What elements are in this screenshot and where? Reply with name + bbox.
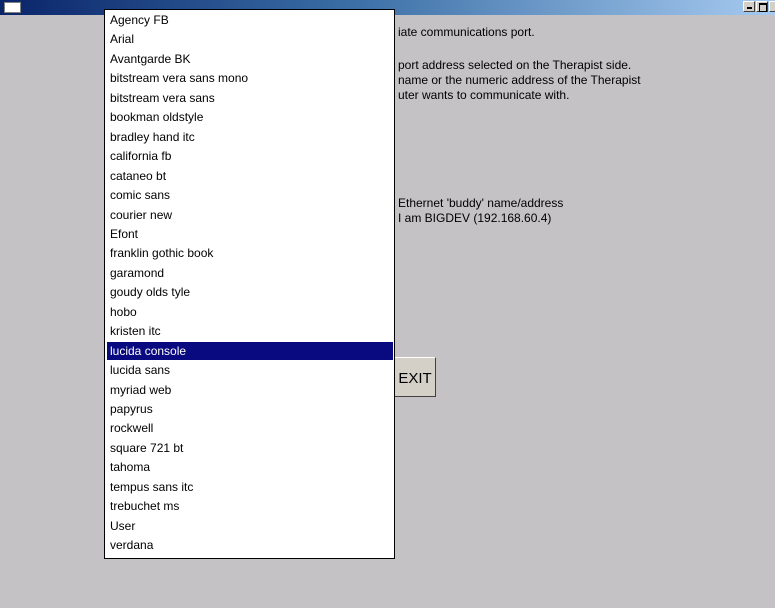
instruction-line: I am BIGDEV (192.168.60.4) bbox=[398, 211, 552, 225]
font-option[interactable]: Arial bbox=[107, 30, 393, 48]
font-option[interactable]: bitstream vera sans bbox=[107, 89, 393, 107]
instruction-line: name or the numeric address of the Thera… bbox=[398, 73, 641, 87]
font-option[interactable]: lucida sans bbox=[107, 361, 393, 379]
font-option[interactable]: garamond bbox=[107, 264, 393, 282]
font-option[interactable]: bitstream vera sans mono bbox=[107, 69, 393, 87]
minimize-icon[interactable] bbox=[743, 1, 755, 12]
font-option[interactable]: bookman oldstyle bbox=[107, 108, 393, 126]
font-option[interactable]: rockwell bbox=[107, 419, 393, 437]
close-icon[interactable] bbox=[769, 1, 775, 12]
font-option[interactable]: tahoma bbox=[107, 458, 393, 476]
maximize-icon[interactable] bbox=[756, 1, 768, 12]
font-option[interactable]: User bbox=[107, 517, 393, 535]
font-option[interactable]: goudy olds tyle bbox=[107, 283, 393, 301]
font-option[interactable]: courier new bbox=[107, 206, 393, 224]
font-option[interactable]: square 721 bt bbox=[107, 439, 393, 457]
instruction-line: Ethernet 'buddy' name/address bbox=[398, 196, 564, 210]
font-option[interactable]: trebuchet ms bbox=[107, 497, 393, 515]
font-option[interactable]: Agency FB bbox=[107, 11, 393, 29]
window-icon[interactable] bbox=[4, 2, 21, 13]
font-option[interactable]: cataneo bt bbox=[107, 167, 393, 185]
instruction-line: iate communications port. bbox=[398, 25, 535, 39]
font-option[interactable]: kristen itc bbox=[107, 322, 393, 340]
instruction-line: uter wants to communicate with. bbox=[398, 88, 570, 102]
font-option[interactable]: papyrus bbox=[107, 400, 393, 418]
font-option[interactable]: Avantgarde BK bbox=[107, 50, 393, 68]
font-dropdown-list[interactable]: Agency FB Arial Avantgarde BK bitstream ver… bbox=[104, 9, 395, 559]
font-option[interactable]: verdana bbox=[107, 536, 393, 554]
font-option[interactable]: myriad web bbox=[107, 381, 393, 399]
font-option[interactable]: tempus sans itc bbox=[107, 478, 393, 496]
font-option[interactable]: bradley hand itc bbox=[107, 128, 393, 146]
font-option[interactable]: lucida console bbox=[107, 341, 393, 360]
font-option[interactable]: california fb bbox=[107, 147, 393, 165]
exit-button[interactable]: EXIT bbox=[394, 357, 436, 397]
font-option[interactable]: hobo bbox=[107, 303, 393, 321]
font-option[interactable]: Efont bbox=[107, 225, 393, 243]
font-option[interactable]: franklin gothic book bbox=[107, 244, 393, 262]
font-option[interactable]: comic sans bbox=[107, 186, 393, 204]
instruction-line: port address selected on the Therapist s… bbox=[398, 58, 632, 72]
